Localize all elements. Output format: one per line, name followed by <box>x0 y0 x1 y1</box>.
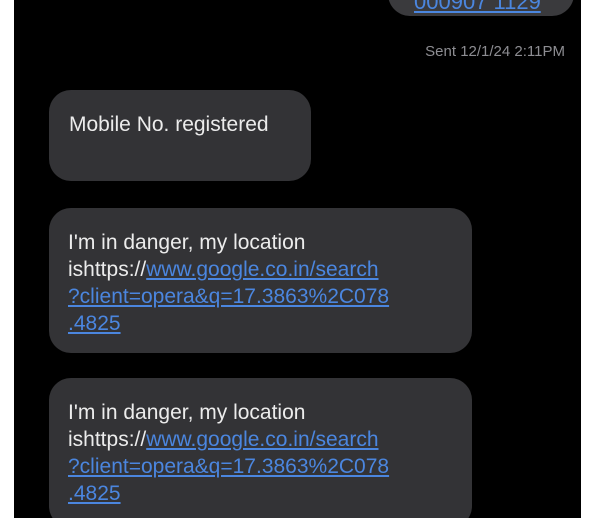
received-message-bubble[interactable]: Mobile No. registered <box>49 90 311 181</box>
message-text: I'm in danger, my location <box>68 231 306 254</box>
location-link[interactable]: .4825 <box>68 310 453 337</box>
received-message-bubble[interactable]: I'm in danger, my location ishttps://www… <box>49 208 472 353</box>
location-link[interactable]: ?client=opera&q=17.3863%2C078 <box>68 453 453 480</box>
message-text: ishttps:// <box>68 428 147 451</box>
received-message-bubble[interactable]: I'm in danger, my location ishttps://www… <box>49 378 472 518</box>
message-text: ishttps:// <box>68 258 147 281</box>
message-text: Mobile No. registered <box>69 113 269 136</box>
location-link[interactable]: www.google.co.in/search <box>146 428 378 451</box>
message-text: I'm in danger, my location <box>68 401 306 424</box>
message-thread: 000907 1129 Sent 12/1/24 2:11PM Mobile N… <box>14 0 581 518</box>
location-link[interactable]: .4825 <box>68 480 453 507</box>
location-link[interactable]: ?client=opera&q=17.3863%2C078 <box>68 283 453 310</box>
location-link[interactable]: www.google.co.in/search <box>146 258 378 281</box>
sent-message-link[interactable]: 000907 1129 <box>414 0 541 14</box>
sent-message-bubble[interactable]: 000907 1129 <box>388 0 574 16</box>
sent-status-timestamp: Sent 12/1/24 2:11PM <box>425 43 565 60</box>
